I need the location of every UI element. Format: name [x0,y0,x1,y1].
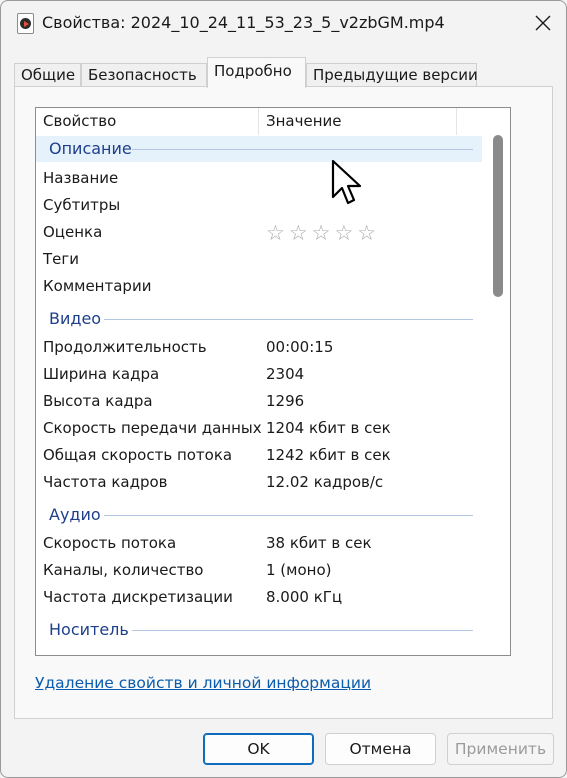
tab-security[interactable]: Безопасность [81,63,207,87]
list-item[interactable]: Субтитры [36,192,488,219]
group-title: Носитель [49,620,129,639]
property-name: Название [43,169,119,187]
column-header-value[interactable]: Значение [259,108,457,135]
property-value[interactable]: 00:00:15 [266,338,333,356]
property-name: Продолжительность [43,338,207,356]
group-divider [104,515,473,516]
property-name: Частота дискретизации [43,588,233,606]
group-divider [104,319,473,320]
window-title: Свойства: 2024_10_24_11_53_23_5_v2zbGM.m… [42,13,445,32]
property-name: Теги [43,250,80,268]
list-item[interactable]: Частота дискретизации 8.000 кГц [36,584,488,611]
list-item[interactable]: Каналы, количество 1 (моно) [36,557,488,584]
tab-previous-versions[interactable]: Предыдущие версии [306,63,478,87]
list-item[interactable]: Скорость потока 38 кбит в сек [36,530,488,557]
vertical-scrollbar[interactable] [490,135,510,655]
property-value[interactable]: 1242 кбит в сек [266,446,391,464]
ok-button[interactable]: OK [203,733,314,765]
property-value[interactable]: 12.02 кадров/с [266,473,383,491]
cancel-button[interactable]: Отмена [325,733,436,765]
list-item[interactable]: Высота кадра 1296 [36,388,488,415]
property-value[interactable]: 1 (моно) [266,561,332,579]
properties-list[interactable]: Свойство Значение Описание Название Субт… [35,107,511,656]
group-title: Аудио [49,505,101,524]
property-value[interactable]: 2304 [266,365,304,383]
scrollbar-thumb[interactable] [493,135,503,297]
group-header-audio[interactable]: Аудио [36,502,482,528]
property-value[interactable]: 1296 [266,392,304,410]
group-header-media[interactable]: Носитель [36,617,482,643]
tab-strip: Общие Безопасность Подробно Предыдущие в… [1,57,566,88]
group-divider [132,149,473,150]
group-title: Описание [49,139,132,158]
list-item[interactable]: Комментарии [36,273,488,300]
list-header: Свойство Значение [36,108,510,135]
apply-button[interactable]: Применить [447,733,554,765]
group-title: Видео [49,309,102,328]
column-header-property[interactable]: Свойство [36,108,259,135]
properties-dialog: Свойства: 2024_10_24_11_53_23_5_v2zbGM.m… [0,0,567,778]
rating-stars[interactable]: ☆☆☆☆☆ [266,221,380,245]
title-bar[interactable]: Свойства: 2024_10_24_11_53_23_5_v2zbGM.m… [1,1,566,45]
property-name: Оценка [43,223,103,241]
list-item[interactable]: Скорость передачи данных 1204 кбит в сек [36,415,488,442]
property-name: Комментарии [43,277,152,295]
property-name: Скорость потока [43,534,177,552]
tab-details[interactable]: Подробно [207,57,306,88]
tab-general[interactable]: Общие [14,63,81,87]
video-file-icon [17,13,34,34]
list-item[interactable]: Название [36,165,488,192]
property-value[interactable]: 8.000 кГц [266,588,342,606]
property-name: Ширина кадра [43,365,160,383]
list-item[interactable]: Общая скорость потока 1242 кбит в сек [36,442,488,469]
property-name: Субтитры [43,196,121,214]
remove-properties-link[interactable]: Удаление свойств и личной информации [35,674,371,692]
property-value[interactable]: 1204 кбит в сек [266,419,391,437]
group-divider [132,630,473,631]
property-name: Скорость передачи данных [43,419,262,437]
mouse-pointer-icon [331,159,362,205]
close-icon [535,15,551,31]
group-header-video[interactable]: Видео [36,306,482,332]
list-item[interactable]: Оценка ☆☆☆☆☆ [36,219,488,246]
details-page: Свойство Значение Описание Название Субт… [14,86,553,719]
list-item[interactable]: Продолжительность 00:00:15 [36,334,488,361]
property-name: Общая скорость потока [43,446,233,464]
list-item[interactable]: Теги [36,246,488,273]
close-button[interactable] [520,1,566,45]
list-item[interactable]: Ширина кадра 2304 [36,361,488,388]
group-header-description[interactable]: Описание [36,136,482,162]
property-value[interactable]: 38 кбит в сек [266,534,372,552]
property-name: Частота кадров [43,473,168,491]
list-item[interactable]: Частота кадров 12.02 кадров/с [36,469,488,496]
property-name: Каналы, количество [43,561,204,579]
property-name: Высота кадра [43,392,153,410]
